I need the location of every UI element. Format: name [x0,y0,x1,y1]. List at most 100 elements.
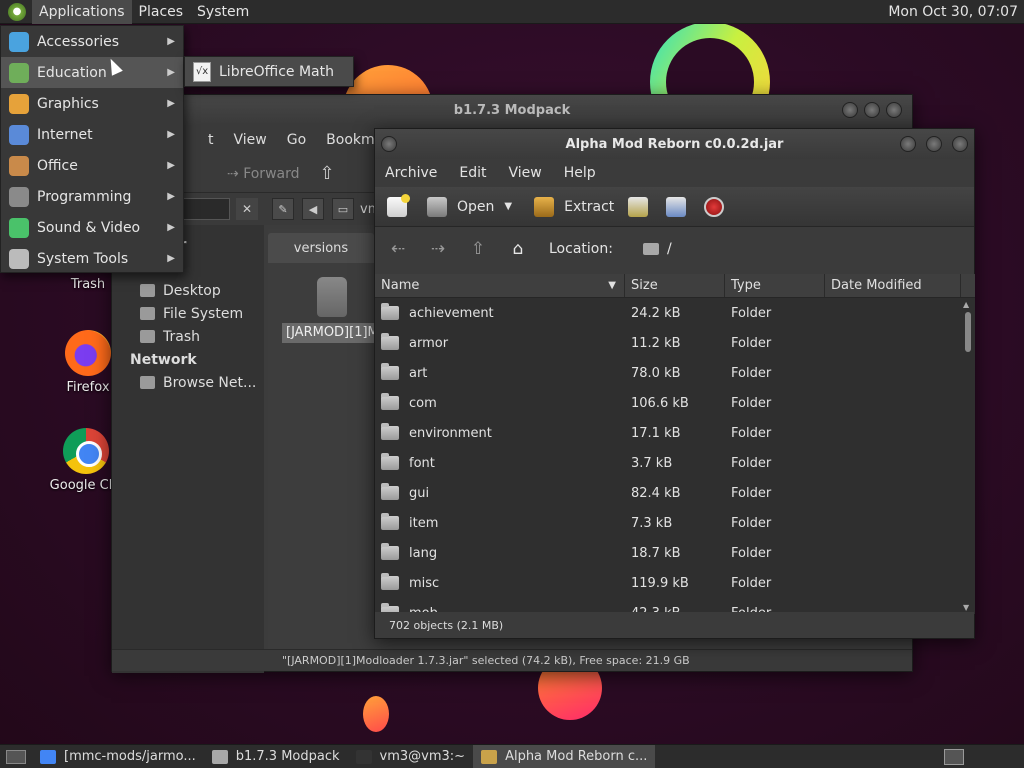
cell-size: 7.3 kB [631,515,673,531]
distro-logo-icon[interactable]: ● [8,2,26,21]
menu-item-internet[interactable]: Internet ▶ [1,119,183,150]
table-row[interactable]: gui 82.4 kB Folder [375,478,975,508]
close-button[interactable] [886,102,902,118]
chevron-left-icon[interactable]: ◀ [302,198,324,220]
chevron-right-icon: ▶ [167,36,175,47]
menu-system[interactable]: System [190,0,256,24]
menu-places[interactable]: Places [132,0,191,24]
back-icon[interactable]: ⇠ [385,239,411,259]
top-panel: ● Applications Places System Mon Oct 30,… [0,0,1024,24]
table-row[interactable]: achievement 24.2 kB Folder [375,298,975,328]
cell-size: 11.2 kB [631,335,681,351]
list-header: Name ▼ Size Type Date Modified [375,274,975,298]
column-date-modified[interactable]: Date Modified [825,274,961,297]
menu-help[interactable]: Help [564,165,596,181]
column-size[interactable]: Size [625,274,725,297]
open-icon[interactable] [427,196,447,217]
sidebar-item-desktop[interactable]: Desktop [130,279,264,302]
clock[interactable]: Mon Oct 30, 07:07 [888,4,1024,20]
menu-item-sound-video[interactable]: Sound & Video ▶ [1,212,183,243]
new-archive-button[interactable] [387,193,410,217]
sidebar-item-file-system[interactable]: File System [130,302,264,325]
table-row[interactable]: environment 17.1 kB Folder [375,418,975,448]
menu-item-label: Programming [37,188,132,205]
menu-go[interactable]: Go [287,132,306,148]
cell-type: Folder [731,365,772,381]
file-name: armor [409,335,449,351]
file-item[interactable]: [JARMOD][1]Modloader 1.7.3.jar [282,277,382,343]
table-row[interactable]: lang 18.7 kB Folder [375,538,975,568]
file-manager-titlebar[interactable]: b1.7.3 Modpack [112,95,912,125]
open-dropdown-icon[interactable]: ▼ [504,201,512,212]
table-row[interactable]: art 78.0 kB Folder [375,358,975,388]
menu-edit[interactable]: t [208,132,214,148]
taskbar-item[interactable]: Alpha Mod Reborn c... [473,744,656,768]
close-button[interactable] [952,136,968,152]
sidebar-item-label: Trash [163,328,200,345]
menu-item-label: Graphics [37,95,99,112]
scroll-down-icon[interactable]: ▼ [963,603,969,612]
column-name[interactable]: Name ▼ [375,274,625,297]
table-row[interactable]: com 106.6 kB Folder [375,388,975,418]
menu-view[interactable]: View [509,165,542,181]
cell-name: achievement [375,303,625,321]
menu-item-programming[interactable]: Programming ▶ [1,181,183,212]
maximize-button[interactable] [926,136,942,152]
menu-item-accessories[interactable]: Accessories ▶ [1,26,183,57]
table-row[interactable]: font 3.7 kB Folder [375,448,975,478]
show-desktop-button[interactable] [6,749,26,764]
minimize-button[interactable] [900,136,916,152]
submenu-item-libreoffice-math[interactable]: √x LibreOffice Math [184,56,354,87]
maximize-button[interactable] [864,102,880,118]
forward-button[interactable]: ⇢ Forward [227,166,300,182]
table-row[interactable]: item 7.3 kB Folder [375,508,975,538]
scrollbar[interactable]: ▲ ▼ [961,298,975,614]
taskbar-item[interactable]: [mmc-mods/jarmo... [32,745,204,768]
scrollbar-thumb[interactable] [965,312,971,352]
system-tools-icon [9,248,29,269]
wallpaper-shape [363,696,389,732]
table-row[interactable]: misc 119.9 kB Folder [375,568,975,598]
workspace-switcher[interactable] [944,748,964,765]
archive-manager-titlebar[interactable]: Alpha Mod Reborn c0.0.2d.jar [375,129,974,159]
taskbar-item[interactable]: b1.7.3 Modpack [204,745,348,768]
extract-icon[interactable] [534,196,555,217]
menu-applications[interactable]: Applications [32,0,132,24]
menu-item-system-tools[interactable]: System Tools ▶ [1,243,183,274]
add-files-button[interactable] [628,196,649,217]
applications-menu: Accessories ▶ Education ▶ Graphics ▶ Internet ▶… [0,25,184,273]
menu-archive[interactable]: Archive [385,165,437,181]
menu-item-graphics[interactable]: Graphics ▶ [1,88,183,119]
column-type[interactable]: Type [725,274,825,297]
folder-icon[interactable]: ▭ [332,198,354,220]
cell-type: Folder [731,305,772,321]
taskbar-item[interactable]: vm3@vm3:~ [348,745,474,768]
menu-item-label: Office [37,157,78,174]
extract-button[interactable]: Extract [564,199,614,215]
menu-item-education[interactable]: Education ▶ [1,57,183,88]
edit-location-icon[interactable]: ✎ [272,198,294,220]
scroll-up-icon[interactable]: ▲ [963,300,969,309]
menu-item-office[interactable]: Office ▶ [1,150,183,181]
cell-name: armor [375,333,625,351]
up-icon[interactable]: ⇧ [465,239,491,259]
archive-manager-window[interactable]: Alpha Mod Reborn c0.0.2d.jar Archive Edi… [374,128,975,639]
up-icon[interactable]: ⇧ [320,163,335,184]
tab-versions[interactable]: versions [268,233,374,263]
close-icon[interactable]: ✕ [236,198,258,220]
home-icon[interactable]: ⌂ [505,239,531,259]
menu-view[interactable]: View [234,132,267,148]
open-button[interactable]: Open [457,199,494,215]
cell-type: Folder [731,545,772,561]
forward-icon[interactable]: ⇢ [425,239,451,259]
table-row[interactable]: armor 11.2 kB Folder [375,328,975,358]
window-menu-button[interactable] [381,136,397,152]
location-path[interactable]: / [667,241,672,257]
sidebar-item-trash[interactable]: Trash [130,325,264,348]
menu-edit[interactable]: Edit [459,165,486,181]
minimize-button[interactable] [842,102,858,118]
add-folder-button[interactable] [666,196,687,217]
menu-item-label: Accessories [37,33,120,50]
stop-button[interactable] [704,196,725,217]
sidebar-item-browse-network[interactable]: Browse Net... [130,371,264,394]
